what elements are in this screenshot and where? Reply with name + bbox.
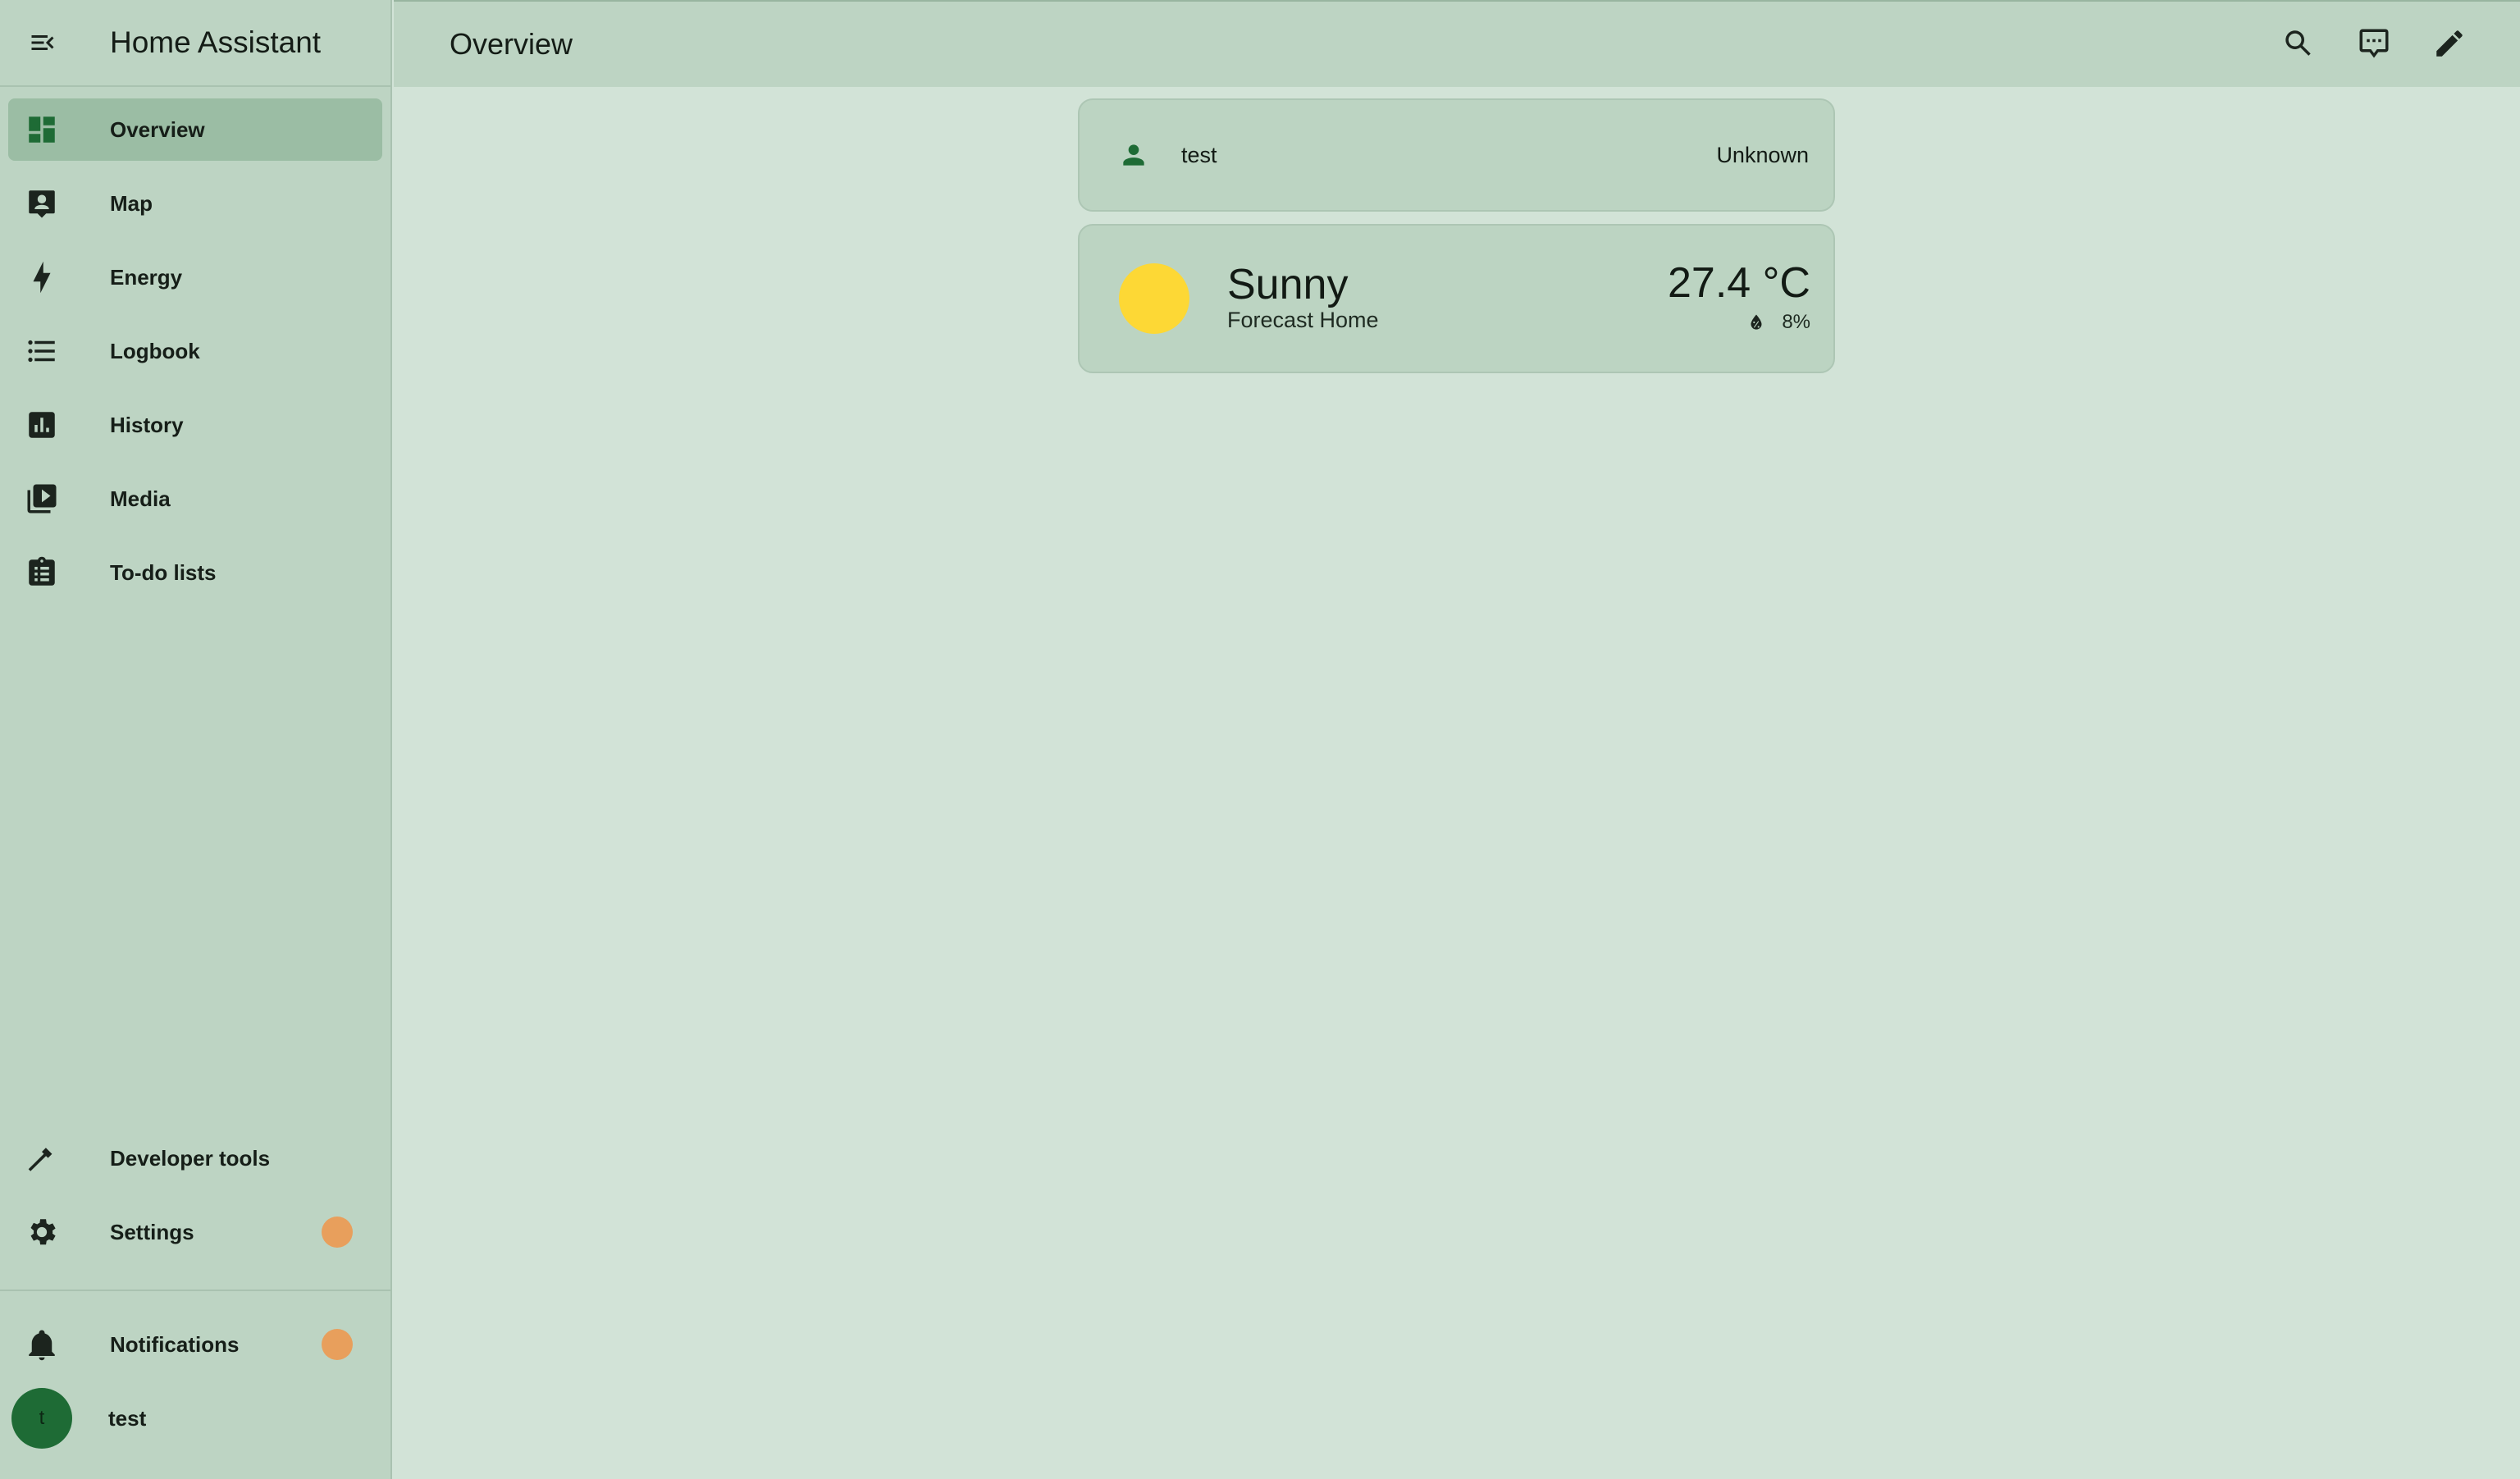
assist-button[interactable] — [2336, 7, 2412, 83]
sidebar-item-overview[interactable]: Overview — [8, 98, 382, 161]
weather-entity-name: Forecast Home — [1227, 308, 1379, 332]
search-button[interactable] — [2261, 7, 2336, 83]
sunny-icon — [1119, 263, 1189, 334]
page-title: Overview — [450, 27, 573, 61]
sidebar-item-label: Notifications — [110, 1331, 240, 1357]
sidebar: Home Assistant Overview Map Energy Logbo… — [0, 0, 392, 1479]
person-state: Unknown — [1716, 142, 1809, 167]
sidebar-header: Home Assistant — [0, 0, 390, 87]
sidebar-item-label: Energy — [110, 264, 183, 290]
sidebar-item-label: Media — [110, 486, 171, 511]
bell-icon — [8, 1327, 75, 1362]
sidebar-item-user[interactable]: t test — [8, 1387, 382, 1449]
weather-forecast-card[interactable]: Sunny Forecast Home 27.4 °C 8% — [1078, 224, 1835, 373]
weather-precipitation: 8% — [1746, 311, 1810, 334]
lightning-bolt-icon — [8, 260, 75, 294]
sidebar-divider — [0, 1290, 390, 1291]
assist-icon — [2357, 26, 2391, 65]
pencil-icon — [2432, 26, 2467, 65]
sidebar-item-energy[interactable]: Energy — [8, 246, 382, 308]
sidebar-item-todo-lists[interactable]: To-do lists — [8, 541, 382, 604]
top-bar: Overview — [394, 0, 2520, 87]
clipboard-list-icon — [8, 555, 75, 590]
edit-dashboard-button[interactable] — [2412, 7, 2487, 83]
sidebar-nav: Overview Map Energy Logbook History Medi… — [0, 87, 390, 604]
sidebar-item-developer-tools[interactable]: Developer tools — [8, 1127, 382, 1189]
sidebar-bottom-nav: Developer tools Settings — [0, 1127, 390, 1275]
play-box-multiple-icon — [8, 482, 75, 516]
settings-badge — [322, 1217, 353, 1248]
person-entity-card[interactable]: test Unknown — [1078, 98, 1835, 212]
toolbar-actions — [2261, 2, 2487, 89]
precipitation-value: 8% — [1782, 311, 1810, 333]
sidebar-item-label: Overview — [110, 116, 205, 142]
map-account-icon — [8, 186, 75, 221]
sidebar-item-logbook[interactable]: Logbook — [8, 320, 382, 382]
sidebar-item-label: To-do lists — [110, 559, 217, 585]
weather-temperature: 27.4 °C — [1667, 259, 1810, 307]
water-percent-icon — [1751, 314, 1762, 330]
sidebar-footer: Notifications t test — [0, 1313, 390, 1461]
sidebar-item-label: Developer tools — [110, 1145, 271, 1171]
sidebar-item-label: History — [110, 412, 184, 437]
search-icon — [2281, 26, 2316, 65]
menu-toggle-icon[interactable] — [0, 0, 85, 86]
avatar: t — [11, 1388, 72, 1449]
notifications-badge — [322, 1329, 353, 1360]
cog-icon — [8, 1215, 75, 1249]
sidebar-item-label: Settings — [110, 1219, 194, 1244]
account-icon — [1117, 139, 1150, 171]
sidebar-item-notifications[interactable]: Notifications — [8, 1313, 382, 1376]
sidebar-item-history[interactable]: History — [8, 394, 382, 456]
view-dashboard-icon — [8, 112, 75, 147]
format-list-bulleted-icon — [8, 334, 75, 368]
person-name: test — [1181, 142, 1217, 167]
sidebar-item-label: Map — [110, 190, 153, 216]
sidebar-item-label: test — [108, 1405, 147, 1431]
sidebar-item-label: Logbook — [110, 338, 200, 363]
sidebar-item-settings[interactable]: Settings — [8, 1201, 382, 1263]
app-title: Home Assistant — [110, 25, 322, 59]
weather-condition: Sunny — [1227, 261, 1349, 308]
chart-box-icon — [8, 408, 75, 442]
hammer-icon — [8, 1141, 75, 1175]
sidebar-item-map[interactable]: Map — [8, 172, 382, 235]
sidebar-item-media[interactable]: Media — [8, 468, 382, 530]
